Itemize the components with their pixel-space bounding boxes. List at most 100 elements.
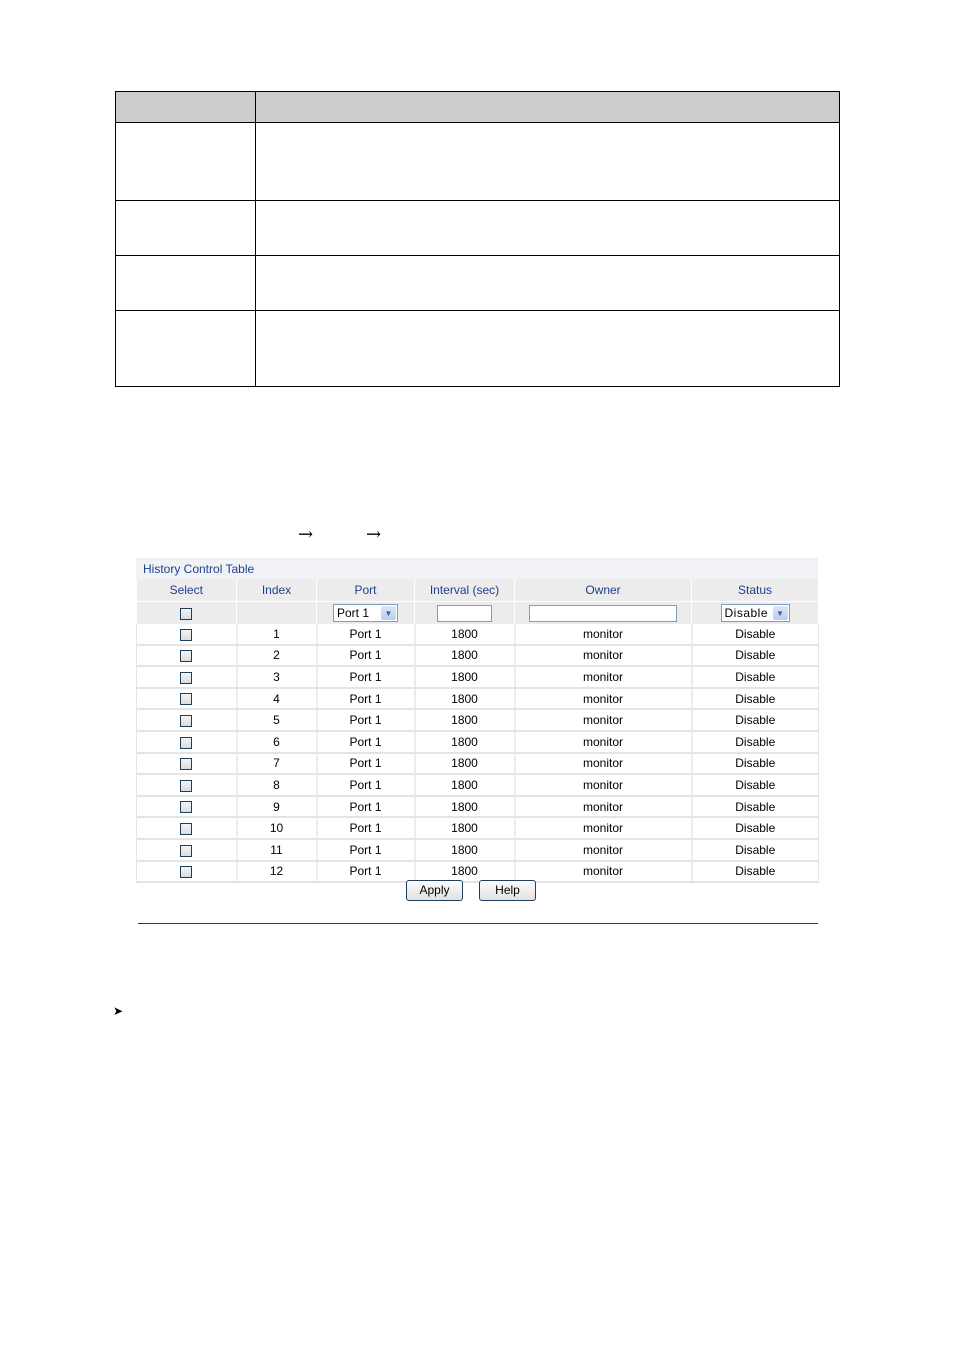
select-cell	[136, 644, 238, 668]
port-cell: Port 1	[316, 817, 416, 840]
row-select-checkbox[interactable]	[180, 736, 193, 749]
filter-row: Port 1 ▼ Disable ▼	[136, 601, 819, 624]
row-select-checkbox[interactable]	[180, 693, 193, 706]
table-row[interactable]: 5 Port 1 1800 monitor Disable	[136, 709, 819, 732]
owner-cell: monitor	[514, 838, 693, 862]
row-select-checkbox[interactable]	[180, 822, 193, 835]
status-cell: Disable	[691, 687, 819, 711]
column-header-port: Port	[316, 579, 415, 602]
table-row[interactable]: 12 Port 1 1800 monitor Disable	[136, 860, 819, 884]
port-cell: Port 1	[316, 709, 416, 732]
interval-cell: 1800	[414, 730, 516, 754]
select-cell	[136, 860, 238, 884]
select-cell	[136, 730, 238, 754]
filter-interval-cell	[414, 601, 515, 624]
index-cell: 10	[236, 817, 318, 840]
header-cell	[255, 91, 840, 123]
chevron-down-icon[interactable]: ▼	[381, 606, 396, 620]
port-cell: Port 1	[316, 687, 416, 711]
arrow-right-icon: →	[366, 524, 382, 545]
panel-title: History Control Table	[136, 558, 818, 579]
index-cell: 6	[236, 730, 318, 754]
port-cell: Port 1	[316, 752, 416, 776]
column-header-interval: Interval (sec)	[414, 579, 515, 602]
port-dropdown[interactable]: Port 1 ▼	[333, 604, 398, 622]
status-cell: Disable	[691, 644, 819, 668]
index-cell: 8	[236, 774, 318, 797]
table-row[interactable]: 7 Port 1 1800 monitor Disable	[136, 752, 819, 776]
chevron-down-icon[interactable]: ▼	[772, 606, 788, 620]
select-cell	[136, 752, 238, 776]
status-cell: Disable	[691, 666, 819, 689]
header-cell	[115, 91, 256, 123]
index-cell: 5	[236, 709, 318, 732]
table-row[interactable]: 10 Port 1 1800 monitor Disable	[136, 817, 819, 840]
table-row[interactable]: 8 Port 1 1800 monitor Disable	[136, 774, 819, 797]
cell	[115, 122, 256, 201]
select-cell	[136, 666, 238, 689]
select-cell	[136, 709, 238, 732]
table-row[interactable]: 9 Port 1 1800 monitor Disable	[136, 795, 819, 819]
table-row[interactable]: 2 Port 1 1800 monitor Disable	[136, 644, 819, 668]
cell	[115, 310, 256, 387]
filter-status-cell: Disable ▼	[691, 601, 819, 624]
select-cell	[136, 795, 238, 819]
table-row	[115, 122, 840, 201]
select-cell	[136, 817, 238, 840]
owner-cell: monitor	[514, 817, 693, 840]
table-row[interactable]: 3 Port 1 1800 monitor Disable	[136, 666, 819, 689]
port-cell: Port 1	[316, 644, 416, 668]
row-select-checkbox[interactable]	[180, 866, 193, 879]
owner-cell: monitor	[514, 624, 693, 646]
owner-cell: monitor	[514, 730, 693, 754]
interval-cell: 1800	[414, 624, 516, 646]
help-button[interactable]: Help	[479, 880, 536, 901]
status-cell: Disable	[691, 817, 819, 840]
row-select-checkbox[interactable]	[180, 844, 193, 857]
cell	[255, 255, 840, 311]
select-all-checkbox[interactable]	[180, 607, 193, 620]
column-header-index: Index	[236, 579, 317, 602]
row-select-checkbox[interactable]	[180, 671, 193, 684]
select-cell	[136, 624, 238, 646]
index-cell: 4	[236, 687, 318, 711]
cell	[255, 200, 840, 256]
interval-cell: 1800	[414, 817, 516, 840]
owner-cell: monitor	[514, 774, 693, 797]
history-control-panel: History Control Table Select Index Port …	[136, 558, 819, 884]
cell	[255, 310, 840, 387]
status-cell: Disable	[691, 774, 819, 797]
port-cell: Port 1	[316, 795, 416, 819]
interval-input[interactable]	[437, 604, 492, 622]
apply-button[interactable]: Apply	[406, 880, 463, 901]
row-select-checkbox[interactable]	[180, 779, 193, 792]
row-select-checkbox[interactable]	[180, 628, 193, 641]
column-header-owner: Owner	[514, 579, 692, 602]
interval-cell: 1800	[414, 666, 516, 689]
index-cell: 7	[236, 752, 318, 776]
row-select-checkbox[interactable]	[180, 715, 193, 727]
interval-cell: 1800	[414, 644, 516, 668]
table-row	[115, 200, 840, 256]
column-header-row: Select Index Port Interval (sec) Owner S…	[136, 579, 819, 602]
owner-cell: monitor	[514, 860, 693, 884]
owner-input[interactable]	[529, 604, 677, 622]
row-select-checkbox[interactable]	[180, 758, 193, 771]
index-cell: 11	[236, 838, 318, 862]
status-dropdown[interactable]: Disable ▼	[720, 604, 790, 622]
cell	[115, 200, 256, 256]
cell	[115, 255, 256, 311]
status-cell: Disable	[691, 752, 819, 776]
table-row[interactable]: 11 Port 1 1800 monitor Disable	[136, 838, 819, 862]
select-cell	[136, 838, 238, 862]
row-select-checkbox[interactable]	[180, 801, 193, 814]
interval-cell: 1800	[414, 709, 516, 732]
table-row[interactable]: 6 Port 1 1800 monitor Disable	[136, 730, 819, 754]
history-control-table: Select Index Port Interval (sec) Owner S…	[136, 579, 819, 884]
table-row[interactable]: 1 Port 1 1800 monitor Disable	[136, 624, 819, 646]
index-cell: 9	[236, 795, 318, 819]
row-select-checkbox[interactable]	[180, 650, 193, 663]
table-row[interactable]: 4 Port 1 1800 monitor Disable	[136, 687, 819, 711]
port-cell: Port 1	[316, 838, 416, 862]
status-cell: Disable	[691, 795, 819, 819]
